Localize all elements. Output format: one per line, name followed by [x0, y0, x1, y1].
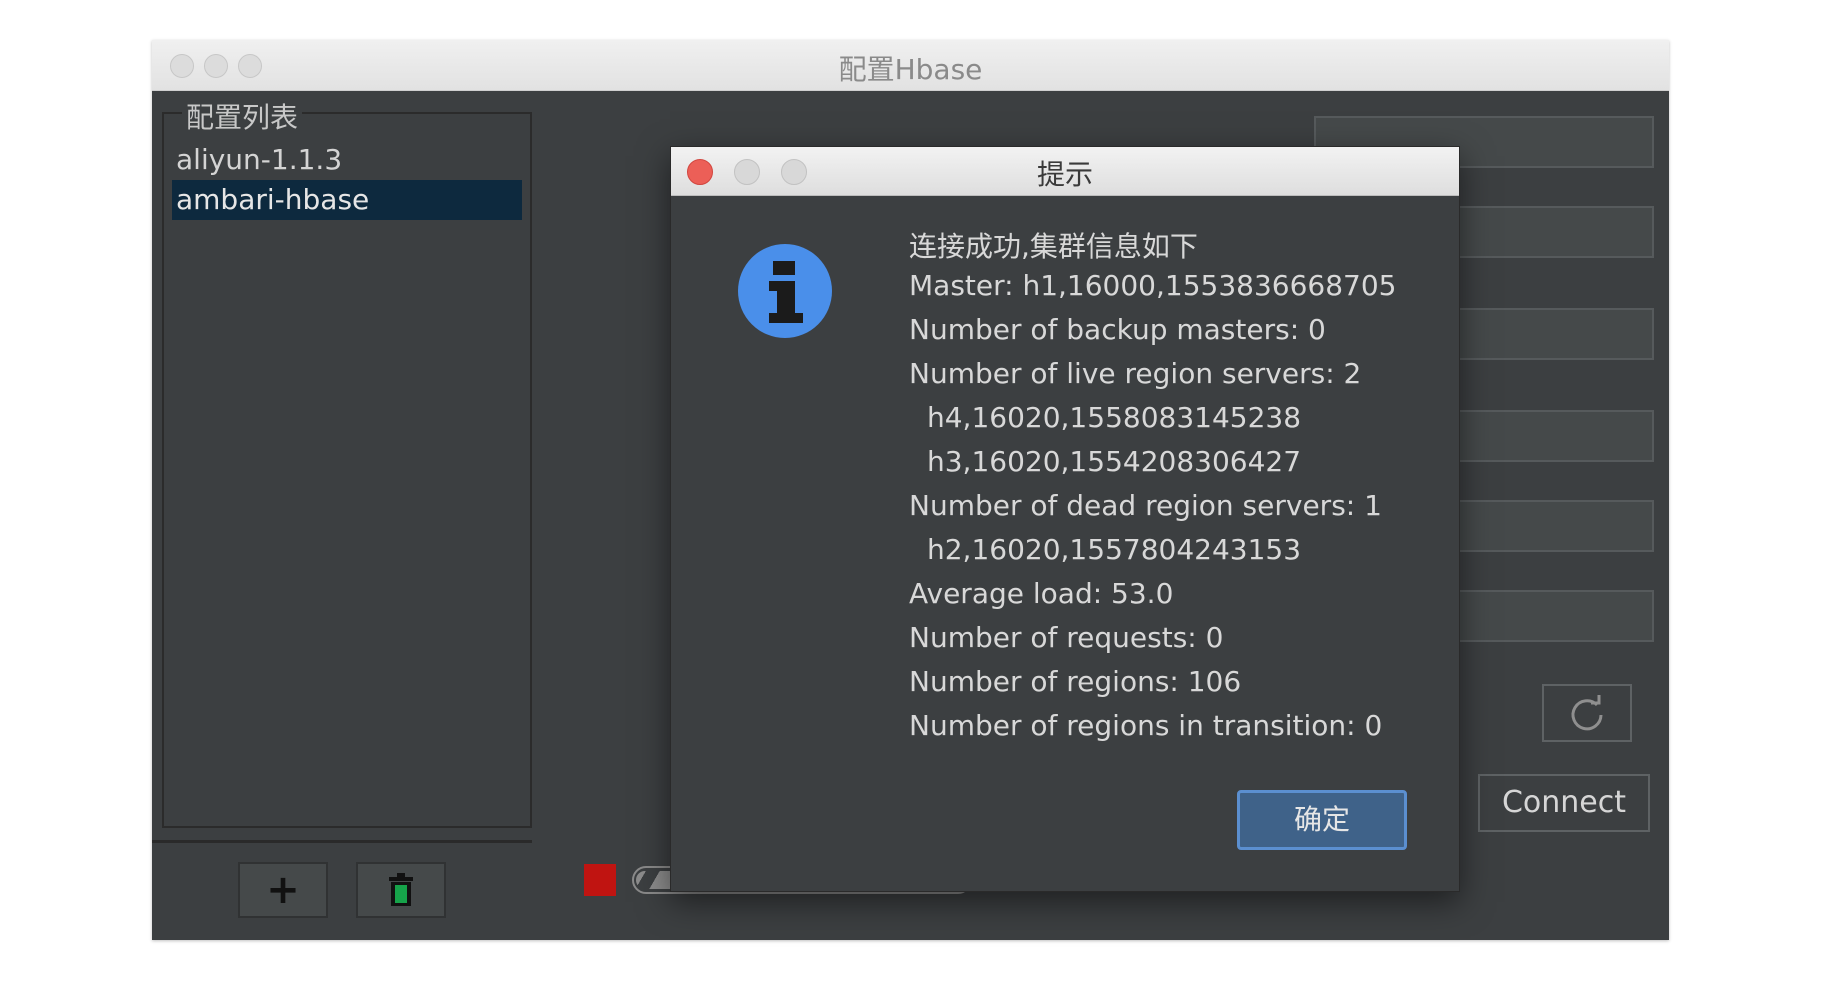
message-line: Number of requests: 0: [909, 621, 1224, 654]
message-line: Master: h1,16000,1553836668705: [909, 269, 1397, 302]
message-line: Number of dead region servers: 1: [909, 489, 1382, 522]
dialog-title: 提示: [1036, 158, 1093, 191]
message-line: Number of backup masters: 0: [909, 313, 1326, 346]
message-line: h4,16020,1558083145238: [927, 401, 1302, 434]
message-line: h3,16020,1554208306427: [927, 445, 1302, 478]
info-dialog: 提示 连接成功,集群信息如下 Master: h1,16000,15538366…: [670, 146, 1460, 892]
add-config-button[interactable]: +: [238, 862, 328, 918]
window-title: 配置Hbase: [838, 53, 983, 86]
main-window: 配置Hbase 配置列表 aliyun-1.1.3 ambari-hbase +…: [152, 40, 1669, 940]
message-line: h2,16020,1557804243153: [927, 533, 1302, 566]
message-line: Average load: 53.0: [909, 577, 1174, 610]
info-icon: [738, 244, 832, 338]
delete-config-button[interactable]: [356, 862, 446, 918]
config-list-panel: 配置列表 aliyun-1.1.3 ambari-hbase: [162, 96, 532, 828]
message-line: Number of regions in transition: 0: [909, 709, 1383, 742]
message-line: Number of live region servers: 2: [909, 357, 1362, 390]
dialog-titlebar: 提示: [671, 147, 1459, 196]
plus-icon: +: [266, 867, 300, 913]
config-list-item[interactable]: aliyun-1.1.3: [172, 140, 522, 180]
main-titlebar: 配置Hbase: [152, 40, 1669, 91]
message-line: 连接成功,集群信息如下: [909, 230, 1198, 263]
trash-icon: [389, 873, 413, 906]
panel-divider: [152, 840, 532, 843]
ok-button[interactable]: 确定: [1237, 790, 1407, 850]
connect-button[interactable]: Connect: [1478, 774, 1650, 832]
status-indicator: [584, 864, 616, 896]
config-list-title: 配置列表: [182, 96, 303, 136]
config-list-item-selected[interactable]: ambari-hbase: [172, 180, 522, 220]
refresh-icon: [1571, 695, 1603, 731]
refresh-button[interactable]: [1542, 684, 1632, 742]
message-line: Number of regions: 106: [909, 665, 1242, 698]
